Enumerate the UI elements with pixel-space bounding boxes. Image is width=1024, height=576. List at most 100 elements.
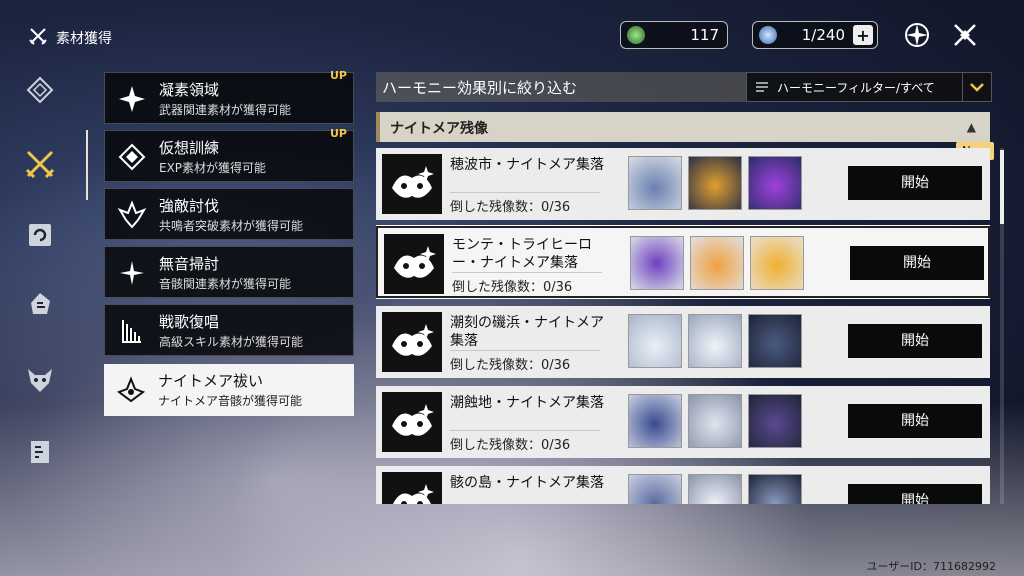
demon-mask-icon[interactable] (20, 360, 60, 400)
divider (450, 192, 600, 193)
chevron-down-icon[interactable] (962, 73, 991, 101)
echo-thumbnail (748, 156, 802, 210)
echo-thumbnail (690, 236, 744, 290)
defeat-count: 倒した残像数：0/36 (452, 280, 573, 295)
nightmare-mask-icon (384, 234, 444, 294)
category-desc: 共鳴者突破素材が獲得可能 (159, 219, 304, 233)
category-item-4[interactable]: 無音掃討 音骸関連素材が獲得可能 (104, 246, 354, 298)
echo-thumbnail (748, 474, 802, 504)
category-name: 仮想訓練 (159, 139, 220, 157)
category-item-5[interactable]: 戦歌復唱 高級スキル素材が獲得可能 (104, 304, 354, 356)
category-desc: EXP素材が獲得可能 (159, 161, 267, 175)
harp-icon (122, 320, 141, 343)
category-item-2[interactable]: 仮想訓練 EXP素材が獲得可能 UP (104, 127, 354, 182)
start-button[interactable]: 開始 (848, 166, 982, 200)
currency-2-value: 1/240 (801, 26, 845, 44)
add-currency-button[interactable]: + (853, 25, 873, 45)
category-desc: 高級スキル素材が獲得可能 (159, 335, 304, 349)
echo-thumbnail (630, 236, 684, 290)
list-item[interactable]: 潮刻の磯浜・ナイトメア集落 倒した残像数：0/36 開始 (376, 306, 990, 378)
divider (452, 272, 602, 273)
start-button[interactable]: 開始 (850, 246, 984, 280)
echo-thumbnail (748, 394, 802, 448)
harmony-filter-dropdown[interactable]: ハーモニーフィルター/すべて (746, 72, 992, 102)
category-name: 無音掃討 (159, 255, 220, 273)
domain-name: 穂波市・ナイトメア集落 (450, 157, 604, 173)
book-icon[interactable] (20, 432, 60, 472)
echo-thumbnail (688, 474, 742, 504)
list-item[interactable]: モンテ・トライヒーロー・ナイトメア集落 倒した残像数：0/36 開始 (376, 225, 990, 299)
category-desc: 武器関連素材が獲得可能 (159, 103, 292, 117)
divider (450, 350, 600, 351)
up-badge: UP (330, 69, 347, 82)
category-item-6[interactable]: ナイトメア祓い ナイトメア音骸が獲得可能 (104, 364, 354, 416)
category-item-3[interactable]: 強敵討伐 共鳴者突破素材が獲得可能 (104, 188, 354, 240)
nightmare-mask-icon (382, 392, 442, 452)
user-id: ユーザーID：711682992 (866, 560, 996, 573)
echo-thumbnail (628, 314, 682, 368)
nightmare-emblem-icon (116, 376, 146, 403)
domain-name: 潮蝕地・ナイトメア集落 (450, 395, 604, 411)
swords-icon[interactable] (20, 144, 60, 184)
flame-emblem-icon (117, 200, 147, 229)
refresh-box-icon[interactable] (20, 214, 60, 254)
domain-name: 骸の島・ナイトメア集落 (450, 475, 604, 491)
category-name: 強敵討伐 (159, 197, 220, 215)
page-title: 素材獲得 (56, 31, 112, 47)
category-name: ナイトメア祓い (158, 372, 264, 390)
page-header: 素材獲得 (28, 26, 112, 50)
compass-icon[interactable] (20, 70, 60, 110)
filter-dropdown-label: ハーモニーフィルター/すべて (777, 80, 935, 95)
crossed-swords-icon (28, 26, 48, 50)
compass-menu-icon[interactable] (902, 20, 932, 50)
currency-counter-1: 117 (620, 21, 728, 49)
list-item[interactable]: 穂波市・ナイトメア集落 倒した残像数：0/36 開始 (376, 148, 990, 220)
echo-thumbnail (628, 394, 682, 448)
echo-thumbnail (688, 314, 742, 368)
diamond-icon (118, 143, 146, 171)
defeat-count: 倒した残像数：0/36 (450, 200, 571, 215)
echo-thumbnail (748, 314, 802, 368)
defeat-count: 倒した残像数：0/36 (450, 358, 571, 373)
echo-thumbnail (688, 394, 742, 448)
start-button[interactable]: 開始 (848, 404, 982, 438)
divider (450, 430, 600, 431)
start-button[interactable]: 開始 (848, 324, 982, 358)
up-badge: UP (330, 127, 347, 140)
start-button[interactable]: 開始 (848, 484, 982, 504)
currency-1-value: 117 (690, 26, 719, 44)
echo-thumbnail (688, 156, 742, 210)
green-crystal-icon (627, 26, 645, 44)
section-header[interactable]: ナイトメア残像 ▲ (376, 112, 990, 142)
defeat-count: 倒した残像数：0/36 (450, 438, 571, 453)
nightmare-mask-icon (382, 472, 442, 504)
filter-title: ハーモニー効果別に絞り込む (382, 79, 578, 97)
domain-list: 穂波市・ナイトメア集落 倒した残像数：0/36 開始 モンテ・トライヒーロー・ナ… (376, 148, 990, 504)
list-icon (755, 78, 769, 97)
currency-counter-2: 1/240 + (752, 21, 878, 49)
nav-active-indicator (86, 130, 88, 200)
category-name: 戦歌復唱 (159, 313, 220, 331)
filter-bar: ハーモニー効果別に絞り込む ハーモニーフィルター/すべて (376, 72, 992, 102)
fist-icon[interactable] (20, 284, 60, 324)
domain-name: 潮刻の磯浜・ナイトメア集落 (450, 315, 604, 349)
category-name: 凝素領域 (159, 81, 220, 99)
collapse-arrow-icon[interactable]: ▲ (967, 120, 976, 134)
nightmare-mask-icon (382, 154, 442, 214)
category-desc: ナイトメア音骸が獲得可能 (158, 394, 303, 408)
close-icon[interactable] (950, 20, 980, 50)
echo-thumbnail (750, 236, 804, 290)
section-title: ナイトメア残像 (390, 121, 488, 137)
crystal-icon (119, 86, 145, 112)
list-item[interactable]: 骸の島・ナイトメア集落 開始 (376, 466, 990, 504)
domain-name: モンテ・トライヒーロー・ナイトメア集落 (452, 237, 592, 271)
nightmare-mask-icon (382, 312, 442, 372)
echo-thumbnail (628, 156, 682, 210)
blue-crystal-icon (759, 26, 777, 44)
list-item[interactable]: 潮蝕地・ナイトメア集落 倒した残像数：0/36 開始 (376, 386, 990, 458)
category-item-1[interactable]: 凝素領域 武器関連素材が獲得可能 UP (104, 69, 354, 124)
category-desc: 音骸関連素材が獲得可能 (159, 277, 292, 291)
sparkle-icon (120, 261, 144, 285)
scrollbar-thumb[interactable] (1000, 150, 1004, 224)
echo-thumbnail (628, 474, 682, 504)
